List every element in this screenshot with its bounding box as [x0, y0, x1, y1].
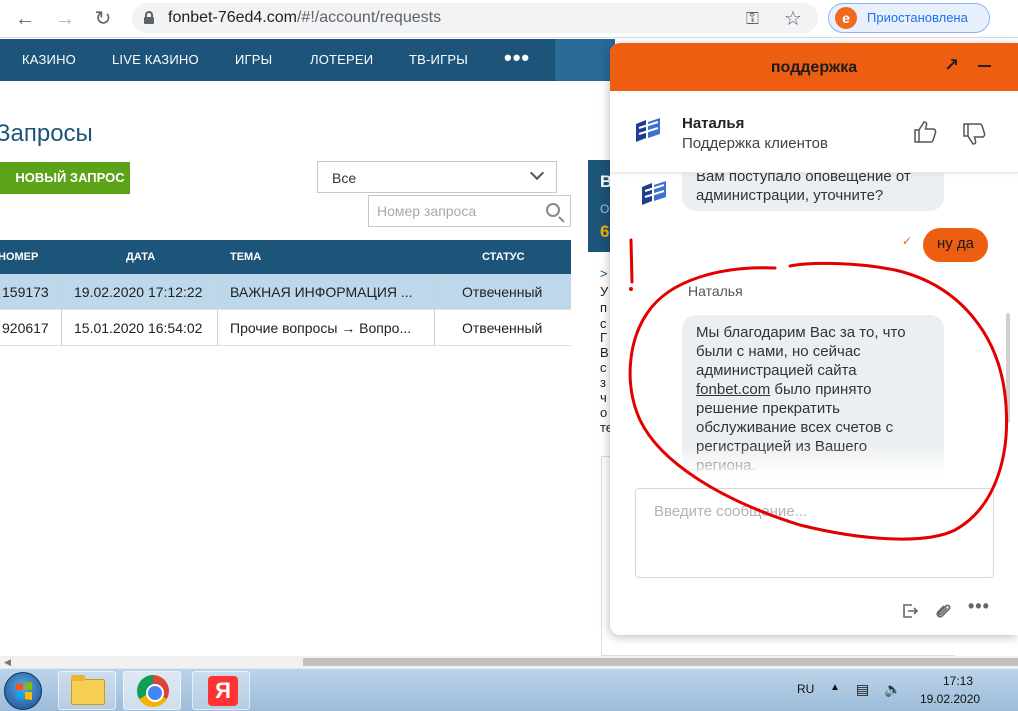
scrollbar-thumb[interactable] — [303, 658, 1018, 666]
reload-icon[interactable]: ↻ — [90, 6, 116, 32]
nav-games[interactable]: ИГРЫ — [235, 52, 272, 67]
cell-date: 19.02.2020 17:12:22 — [74, 284, 203, 300]
folder-icon — [71, 675, 105, 705]
yandex-icon: Я — [208, 676, 238, 706]
agent-role: Поддержка клиентов — [682, 135, 828, 152]
support-logo-icon — [642, 181, 666, 205]
nav-lotteries[interactable]: ЛОТЕРЕИ — [310, 52, 373, 67]
user-message: ну да — [922, 228, 988, 262]
attach-paperclip-icon[interactable] — [933, 601, 953, 621]
scroll-left-icon[interactable]: ◀ — [4, 657, 11, 668]
expand-icon[interactable]: ↗ — [944, 55, 959, 76]
chat-messages: Вам поступало оповещение от администраци… — [610, 173, 1018, 475]
chrome-icon — [137, 675, 169, 707]
cell-topic: Прочие вопросы → Вопро... — [230, 320, 412, 336]
exit-chat-icon[interactable] — [900, 601, 920, 621]
cell-number: 159173 — [2, 284, 49, 300]
request-number-input[interactable] — [377, 203, 537, 219]
table-row[interactable]: 920617 15.01.2020 16:54:02 Прочие вопрос… — [0, 310, 571, 346]
table-header: НОМЕР ДАТА ТЕМА СТАТУС — [0, 240, 571, 274]
windows-logo-icon — [16, 682, 32, 700]
request-search — [368, 195, 571, 227]
nav-live-casino[interactable]: LIVE КАЗИНО — [112, 52, 199, 67]
column-status[interactable]: СТАТУС — [482, 251, 525, 263]
bookmark-star-icon[interactable]: ☆ — [784, 6, 802, 31]
address-bar[interactable]: fonbet-76ed4.com/#!/account/requests ⚿ ☆ — [132, 3, 818, 33]
clock-date[interactable]: 19.02.2020 — [920, 692, 980, 706]
horizontal-scrollbar[interactable]: ◀ — [0, 656, 1018, 668]
chat-header: поддержка ↗ — [610, 43, 1018, 91]
network-icon[interactable]: ▤ — [856, 681, 869, 698]
chevron-down-icon — [529, 165, 545, 181]
clock-time[interactable]: 17:13 — [938, 674, 978, 688]
nav-more-icon[interactable]: ••• — [504, 45, 530, 71]
url-text: fonbet-76ed4.com/#!/account/requests — [168, 9, 442, 26]
filter-value: Все — [332, 170, 357, 186]
agent-info: Наталья Поддержка клиентов — [610, 91, 1018, 173]
cell-date: 15.01.2020 16:54:02 — [74, 320, 203, 336]
table-row[interactable]: 159173 19.02.2020 17:12:22 ВАЖНАЯ ИНФОРМ… — [0, 274, 571, 310]
support-logo-icon — [636, 118, 660, 142]
requests-table: НОМЕР ДАТА ТЕМА СТАТУС 159173 19.02.2020… — [0, 240, 571, 346]
cell-number: 920617 — [2, 320, 49, 336]
taskbar-yandex[interactable]: Я — [192, 671, 250, 710]
cell-topic: ВАЖНАЯ ИНФОРМАЦИЯ ... — [230, 284, 413, 300]
cell-status: Отвеченный — [462, 320, 543, 336]
search-icon[interactable] — [546, 203, 560, 217]
volume-icon[interactable]: 🔈 — [884, 681, 901, 698]
chat-message-input[interactable] — [635, 488, 994, 578]
thumbs-down-icon[interactable] — [961, 121, 987, 147]
message-author: Наталья — [688, 283, 743, 299]
taskbar: Я RU ▲ ▤ 🔈 17:13 19.02.2020 — [0, 668, 1018, 711]
support-chat-widget: поддержка ↗ Наталья Поддержка клиентов В… — [610, 43, 1018, 635]
avatar: e — [835, 7, 857, 29]
thumbs-up-icon[interactable] — [912, 119, 938, 145]
language-indicator[interactable]: RU — [797, 682, 814, 696]
nav-tv-games[interactable]: ТВ-ИГРЫ — [409, 52, 468, 67]
chat-toolbar: ••• — [610, 595, 1018, 629]
page-title: Запросы — [0, 120, 93, 147]
profile-button[interactable]: e Приостановлена — [828, 3, 990, 33]
status-filter-select[interactable]: Все — [317, 161, 557, 193]
site-nav: КАЗИНО LIVE КАЗИНО ИГРЫ ЛОТЕРЕИ ТВ-ИГРЫ … — [0, 39, 612, 81]
agent-message: Вам поступало оповещение от администраци… — [682, 173, 944, 211]
minimize-icon[interactable] — [978, 65, 991, 67]
cell-status: Отвеченный — [462, 284, 543, 300]
column-number[interactable]: НОМЕР — [0, 251, 38, 263]
new-request-button[interactable]: НОВЫЙ ЗАПРОС — [0, 162, 130, 194]
browser-toolbar: ← → ↻ fonbet-76ed4.com/#!/account/reques… — [0, 0, 1018, 38]
agent-name: Наталья — [682, 115, 745, 132]
site-nav-extension — [555, 39, 615, 81]
profile-status: Приостановлена — [867, 10, 968, 25]
screen: ← → ↻ fonbet-76ed4.com/#!/account/reques… — [0, 0, 1018, 711]
lock-icon — [144, 11, 154, 24]
start-button[interactable] — [4, 672, 42, 710]
show-hidden-icons-icon[interactable]: ▲ — [830, 682, 840, 693]
check-icon: ✓ — [902, 234, 913, 248]
column-topic[interactable]: ТЕМА — [230, 251, 261, 263]
chat-scrollbar-thumb[interactable] — [1006, 313, 1010, 423]
forward-arrow-icon[interactable]: → — [52, 6, 78, 32]
nav-casino[interactable]: КАЗИНО — [22, 52, 76, 67]
back-arrow-icon[interactable]: ← — [12, 6, 38, 32]
site-link[interactable]: fonbet.com — [696, 381, 770, 398]
taskbar-explorer[interactable] — [58, 671, 116, 710]
column-date[interactable]: ДАТА — [126, 251, 155, 263]
key-icon[interactable]: ⚿ — [746, 9, 759, 29]
more-options-icon[interactable]: ••• — [968, 596, 990, 617]
taskbar-chrome[interactable] — [123, 671, 181, 710]
